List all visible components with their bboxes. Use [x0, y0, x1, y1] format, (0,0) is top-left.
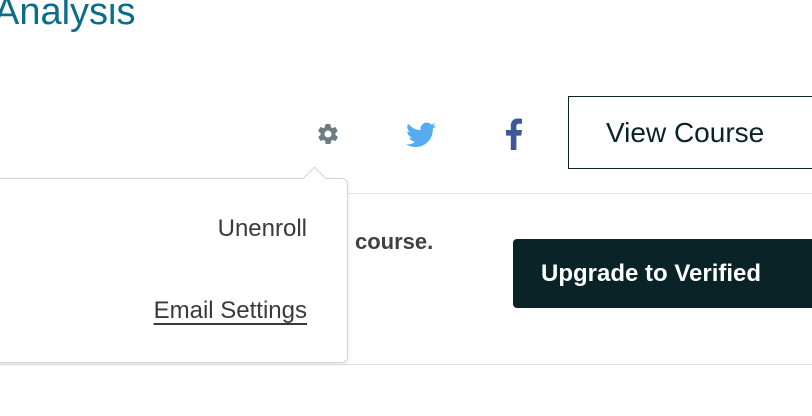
gear-icon — [318, 123, 338, 145]
course-message: course. — [355, 229, 434, 254]
course-dashboard-card: Analysis View Course course. Upgrade to … — [0, 0, 812, 416]
facebook-share-button[interactable] — [498, 114, 530, 154]
twitter-icon — [406, 122, 436, 147]
divider — [0, 364, 812, 365]
dropdown-caret — [302, 166, 327, 191]
view-course-button[interactable]: View Course — [568, 96, 812, 169]
settings-button[interactable] — [311, 117, 345, 151]
facebook-icon — [506, 118, 522, 150]
email-settings-menu-item[interactable]: Email Settings — [154, 297, 307, 325]
settings-dropdown-menu: Unenroll Email Settings — [0, 166, 348, 363]
upgrade-button[interactable]: Upgrade to Verified — [513, 239, 812, 308]
twitter-share-button[interactable] — [402, 117, 440, 153]
unenroll-menu-item[interactable]: Unenroll — [218, 215, 307, 243]
course-title[interactable]: Analysis — [0, 0, 136, 38]
